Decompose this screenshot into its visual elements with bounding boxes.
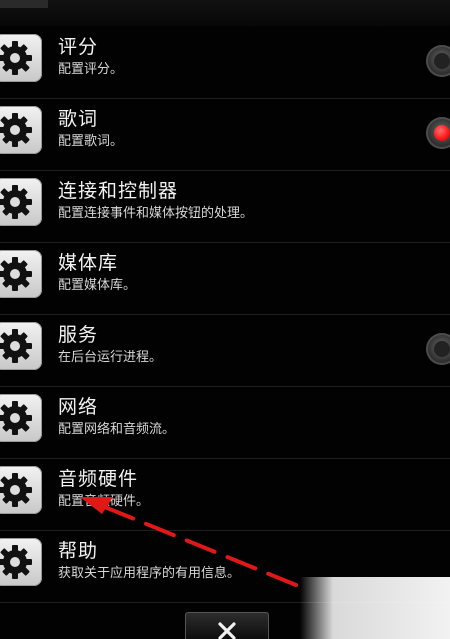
settings-item-audio-hardware[interactable]: 音频硬件 配置音频硬件。 [0, 458, 450, 531]
radio-dot [434, 341, 450, 357]
close-button[interactable] [185, 612, 269, 639]
gear-icon [0, 250, 42, 298]
item-subtitle: 配置音频硬件。 [58, 494, 150, 509]
top-bar [0, 0, 450, 26]
gear-icon [0, 394, 42, 442]
gear-icon [0, 178, 42, 226]
settings-item-lyrics[interactable]: 歌词 配置歌词。 [0, 98, 450, 171]
gear-icon [0, 34, 42, 82]
radio-dot [434, 125, 450, 141]
top-bar-fade [0, 0, 48, 8]
radio-toggle[interactable] [426, 117, 450, 149]
gear-icon [0, 106, 42, 154]
settings-screen: 评分 配置评分。 歌词 配置歌词。 连接和控制器 配置连接事件和媒体按钮的处理。… [0, 0, 450, 639]
gear-icon [0, 466, 42, 514]
item-title: 连接和控制器 [58, 180, 179, 202]
item-title: 歌词 [58, 108, 99, 130]
item-subtitle: 配置歌词。 [58, 134, 124, 149]
item-subtitle: 配置网络和音频流。 [58, 422, 176, 437]
settings-item-network[interactable]: 网络 配置网络和音频流。 [0, 386, 450, 459]
item-title: 音频硬件 [58, 468, 139, 490]
radio-toggle[interactable] [426, 45, 450, 77]
settings-item-services[interactable]: 服务 在后台运行进程。 [0, 314, 450, 387]
settings-item-media-library[interactable]: 媒体库 配置媒体库。 [0, 242, 450, 315]
radio-toggle[interactable] [426, 333, 450, 365]
settings-item-connections-controllers[interactable]: 连接和控制器 配置连接事件和媒体按钮的处理。 [0, 170, 450, 243]
gear-icon [0, 538, 42, 586]
gear-icon [0, 322, 42, 370]
item-subtitle: 在后台运行进程。 [58, 350, 163, 365]
item-title: 帮助 [58, 540, 99, 562]
close-icon [218, 622, 236, 639]
item-title: 网络 [58, 396, 99, 418]
item-subtitle: 配置连接事件和媒体按钮的处理。 [58, 206, 254, 221]
watermark-overlay [300, 577, 450, 639]
item-subtitle: 配置媒体库。 [58, 278, 137, 293]
settings-item-rating[interactable]: 评分 配置评分。 [0, 26, 450, 99]
radio-dot [434, 53, 450, 69]
item-title: 服务 [58, 324, 99, 346]
item-title: 评分 [58, 36, 99, 58]
item-subtitle: 配置评分。 [58, 62, 124, 77]
item-subtitle: 获取关于应用程序的有用信息。 [58, 566, 241, 581]
item-title: 媒体库 [58, 252, 119, 274]
